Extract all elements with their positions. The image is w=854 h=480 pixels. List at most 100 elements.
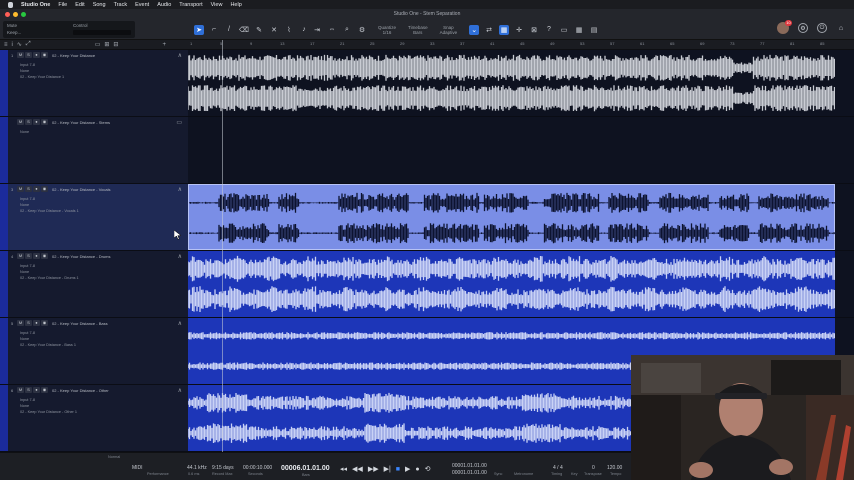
menu-transport[interactable]: Transport [179,2,202,8]
rewind-icon[interactable]: ◀◀ [352,465,363,473]
fit-icon[interactable]: ⇥ [312,25,322,35]
transpose-value[interactable]: 0 [592,465,595,471]
metronome-label[interactable]: Metronome [514,472,533,476]
tempo-value[interactable]: 120.00 [607,465,622,471]
record-icon[interactable]: ● [415,466,419,473]
waveform-icon[interactable]: ∧ [178,52,182,59]
key-label[interactable]: Key [571,472,578,476]
track-header[interactable]: M S ● ◉ 02 - Keep Your Distance - Stems … [0,117,188,184]
track-header[interactable]: 4 M S ● ◉ 02 - Keep Your Distance - Drum… [0,251,188,318]
folder-icon[interactable]: ▭ [95,41,101,48]
help-icon[interactable]: ? [544,25,554,35]
eraser-tool-icon[interactable]: ⌫ [239,25,249,35]
user-avatar[interactable]: 10 [777,20,792,34]
track-color-strip[interactable] [0,385,8,451]
timebase-selector[interactable]: Timebase Bars [408,25,428,35]
track-lane[interactable] [188,184,854,251]
menu-help[interactable]: Help [230,2,241,8]
track-input[interactable]: Input 7-8 [20,331,35,335]
track-output[interactable]: 02 - Keep Your Distance - Drums 1 [20,276,79,280]
monitor-button[interactable]: ◉ [41,387,48,393]
track-row[interactable]: M S ● ◉ 02 - Keep Your Distance - Stems … [0,117,854,184]
record-arm-button[interactable]: ● [33,320,40,326]
pencil-tool-icon[interactable]: ✎ [254,25,264,35]
track-color-strip[interactable] [0,318,8,384]
automation-icon[interactable]: ∿ [17,41,22,48]
loop-start[interactable]: 00001.01.01.00 [452,463,487,469]
track-none-label[interactable]: None [20,404,29,408]
arrow-tool-icon[interactable]: ➤ [194,24,204,35]
loop-back-icon[interactable]: ◂◂ [340,465,347,473]
record-arm-button[interactable]: ● [33,186,40,192]
browser-icon[interactable]: ▤ [589,25,599,35]
track-name[interactable]: 02 - Keep Your Distance - Other [52,388,109,393]
record-arm-button[interactable]: ● [33,387,40,393]
track-color-strip[interactable] [0,184,8,250]
track-input[interactable]: Input 7-8 [20,197,35,201]
expand-icon[interactable]: ⤢ [26,41,31,48]
menu-file[interactable]: File [58,2,67,8]
mute-button[interactable]: M [17,320,24,326]
track-color-strip[interactable] [0,251,8,317]
time-signature[interactable]: 4 / 4 [553,465,563,471]
mute-button[interactable]: M [17,119,24,125]
mute-button[interactable]: M [17,186,24,192]
record-arm-button[interactable]: ● [33,253,40,259]
control-selector[interactable] [73,30,131,35]
monitor-button[interactable]: ◉ [41,320,48,326]
track-row[interactable]: 1 M S ● ◉ 02 - Keep Your Distance Input … [0,50,854,117]
waveform-icon[interactable]: ∧ [178,253,182,260]
track-name[interactable]: 02 - Keep Your Distance - Drums [52,254,110,259]
track-color-strip[interactable] [0,50,8,116]
solo-button[interactable]: S [25,320,32,326]
loop-icon[interactable]: ⟲ [425,465,431,473]
zoom-icon[interactable]: ⇔ [327,25,337,35]
waveform-icon[interactable]: ∧ [178,320,182,327]
add-track-icon[interactable]: + [162,42,166,48]
solo-button[interactable]: S [25,52,32,58]
mixer-grid-icon[interactable]: ▦ [574,25,584,35]
track-color-strip[interactable] [0,117,8,183]
to-end-icon[interactable]: ▶| [384,465,391,473]
track-name[interactable]: 02 - Keep Your Distance - Stems [52,120,110,125]
track-output[interactable]: 02 - Keep Your Distance 1 [20,75,64,79]
info-icon[interactable]: ▭ [559,25,569,35]
inspector-icon[interactable]: i [12,42,13,48]
split-tool-icon[interactable]: / [224,25,234,35]
quantize-selector[interactable]: Quantize 1/16 [378,25,396,35]
audio-clip[interactable] [188,251,835,317]
crosshair-icon[interactable]: ✛ [514,25,524,35]
folder-icon[interactable]: ▭ [176,119,182,126]
group-icon[interactable]: ⊞ [104,41,109,48]
menu-track[interactable]: Track [114,2,128,8]
iq-icon[interactable]: ⚙ [357,25,367,35]
audio-clip[interactable] [188,184,836,250]
mute-button[interactable]: M [17,387,24,393]
track-row[interactable]: 3 M S ● ◉ 02 - Keep Your Distance - Voca… [0,184,854,251]
track-none-label[interactable]: None [20,69,29,73]
loop-end[interactable]: 00001.01.01.00 [452,470,487,476]
menu-view[interactable]: View [211,2,223,8]
menu-event[interactable]: Event [135,2,149,8]
track-name[interactable]: 02 - Keep Your Distance [52,53,95,58]
menu-song[interactable]: Song [93,2,106,8]
mute-tool-icon[interactable]: ✕ [269,25,279,35]
track-header[interactable]: 1 M S ● ◉ 02 - Keep Your Distance Input … [0,50,188,117]
track-output[interactable]: 02 - Keep Your Distance - Other 1 [20,410,77,414]
solo-button[interactable]: S [25,387,32,393]
track-input[interactable]: Input 7-8 [20,63,35,67]
snap-toggle-icon[interactable]: ⌄ [469,24,480,35]
solo-button[interactable]: S [25,186,32,192]
bend-tool-icon[interactable]: ⌇ [284,25,294,35]
track-input[interactable]: None [20,130,29,134]
track-lane[interactable] [188,50,854,117]
mute-button[interactable]: M [17,52,24,58]
solo-button[interactable]: S [25,119,32,125]
record-arm-button[interactable]: ● [33,52,40,58]
track-header[interactable]: 5 M S ● ◉ 02 - Keep Your Distance - Bass… [0,318,188,385]
seconds-display[interactable]: 00:00:10.000 [243,465,272,471]
track-input[interactable]: Input 7-8 [20,264,35,268]
track-none-label[interactable]: None [20,270,29,274]
range-tool-icon[interactable]: ⌐ [209,25,219,35]
apple-icon[interactable] [8,1,13,8]
